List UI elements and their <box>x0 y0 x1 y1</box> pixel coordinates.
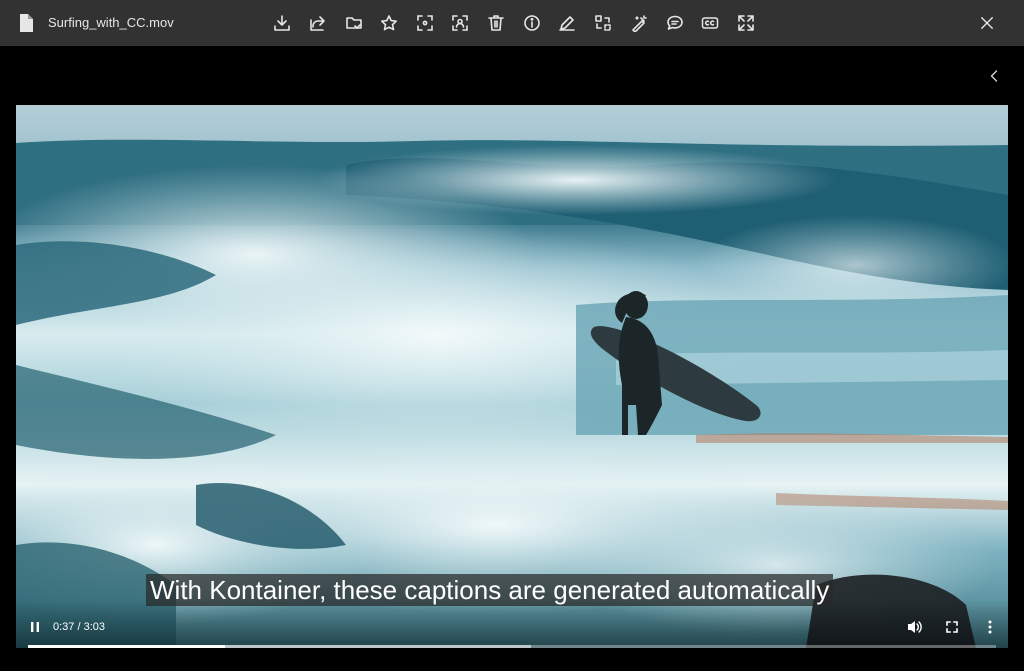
volume-button[interactable] <box>906 619 924 635</box>
info-icon <box>524 15 540 31</box>
delete-button[interactable] <box>485 12 507 34</box>
closed-captions-button[interactable] <box>699 12 721 34</box>
seek-bar[interactable] <box>28 645 996 648</box>
video-player[interactable]: With Kontainer, these captions are gener… <box>16 105 1008 648</box>
volume-icon <box>908 621 922 633</box>
file-name: Surfing_with_CC.mov <box>48 15 174 30</box>
replace-button[interactable] <box>592 12 614 34</box>
edit-pencil-icon <box>559 16 575 31</box>
move-to-folder-button[interactable] <box>343 12 365 34</box>
fullscreen-button[interactable] <box>944 619 960 635</box>
download-icon <box>274 15 290 31</box>
chevron-left-icon <box>990 70 998 82</box>
favorite-button[interactable] <box>378 12 400 34</box>
file-icon <box>19 14 33 32</box>
more-options-button[interactable] <box>982 619 998 635</box>
expand-button[interactable] <box>735 12 757 34</box>
time-display: 0:37 / 3:03 <box>53 621 105 633</box>
magic-wand-button[interactable] <box>628 12 650 34</box>
controls-overlay <box>16 600 1008 648</box>
more-vertical-icon <box>988 620 992 634</box>
download-button[interactable] <box>271 12 293 34</box>
crop-icon <box>417 15 433 31</box>
move-to-folder-icon <box>346 17 362 29</box>
edit-button[interactable] <box>556 12 578 34</box>
face-detect-icon <box>452 15 468 31</box>
closed-captions-icon <box>701 17 719 29</box>
close-button[interactable] <box>976 12 998 34</box>
comment-button[interactable] <box>664 12 686 34</box>
face-detect-button[interactable] <box>449 12 471 34</box>
pause-button[interactable] <box>27 619 43 635</box>
share-icon <box>310 16 325 31</box>
seek-bar-played <box>28 645 226 648</box>
fullscreen-icon <box>946 621 958 633</box>
comment-icon <box>667 15 683 30</box>
favorite-star-icon <box>381 15 397 31</box>
video-frame-image <box>16 105 1008 648</box>
replace-icon <box>595 15 611 31</box>
info-button[interactable] <box>521 12 543 34</box>
magic-wand-icon <box>632 15 647 32</box>
delete-icon <box>488 15 504 31</box>
crop-button[interactable] <box>414 12 436 34</box>
expand-icon <box>738 15 754 31</box>
share-button[interactable] <box>307 12 329 34</box>
open-side-panel-button[interactable] <box>984 66 1004 86</box>
viewer-toolbar: Surfing_with_CC.mov <box>0 0 1024 46</box>
close-icon <box>981 17 993 29</box>
pause-icon <box>31 622 39 632</box>
